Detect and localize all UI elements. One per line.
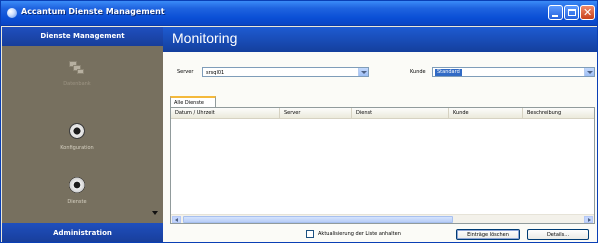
scroll-down-icon[interactable] (152, 211, 158, 215)
column-header-beschreibung[interactable]: Beschreibung (523, 108, 594, 119)
database-icon (69, 61, 85, 75)
pause-refresh-checkbox[interactable] (306, 230, 314, 238)
maximize-button[interactable] (564, 5, 579, 20)
column-header-datum[interactable]: Datum / Uhrzeit (171, 108, 280, 119)
main-panel: Monitoring Server srsql01 Kunde Standard… (163, 27, 597, 242)
gear-icon (69, 123, 85, 139)
server-select-value: srsql01 (206, 70, 225, 76)
chevron-down-icon[interactable] (584, 68, 594, 76)
minimize-icon (552, 15, 558, 17)
pause-refresh-label[interactable]: Aktualisierung der Liste anhalten (318, 231, 401, 237)
clear-entries-button[interactable]: Einträge löschen (456, 229, 520, 240)
server-select[interactable]: srsql01 (202, 67, 369, 77)
scroll-right-icon[interactable] (584, 216, 593, 223)
page-header: Monitoring (163, 27, 597, 52)
column-header-server[interactable]: Server (280, 108, 352, 119)
close-icon: ✕ (583, 6, 593, 19)
chevron-down-icon[interactable] (358, 68, 368, 76)
sidebar-item-dienste[interactable]: Dienste (2, 177, 152, 205)
scroll-left-icon[interactable] (172, 216, 181, 223)
column-header-kunde[interactable]: Kunde (449, 108, 523, 119)
sidebar-header[interactable]: Dienste Management (2, 27, 163, 46)
sidebar-item-datenbank[interactable]: Datenbank (2, 61, 152, 87)
sidebar-item-label: Datenbank (63, 81, 91, 87)
tab-label: Alle Dienste (174, 100, 204, 106)
app-logo-icon (7, 8, 17, 18)
cog-icon (69, 177, 85, 193)
sidebar-item-label: Dienste (67, 199, 87, 205)
tab-alle-dienste[interactable]: Alle Dienste (170, 96, 216, 107)
kunde-label: Kunde (410, 69, 426, 75)
kunde-select[interactable]: Standard (432, 67, 595, 77)
maximize-icon (568, 9, 576, 16)
window-title: Accantum Dienste Management (21, 7, 165, 16)
services-table: Datum / Uhrzeit Server Dienst Kunde Besc… (170, 107, 595, 224)
sidebar-item-label: Konfiguration (60, 145, 94, 151)
page-title: Monitoring (172, 30, 238, 46)
sidebar-item-konfiguration[interactable]: Konfiguration (2, 123, 152, 151)
scrollbar-thumb[interactable] (183, 216, 453, 223)
app-window: Accantum Dienste Management ✕ Dienste Ma… (0, 0, 598, 243)
title-bar[interactable]: Accantum Dienste Management ✕ (1, 1, 597, 26)
server-label: Server (177, 69, 194, 75)
kunde-select-value: Standard (435, 69, 462, 76)
details-button[interactable]: Details... (527, 229, 589, 240)
table-header: Datum / Uhrzeit Server Dienst Kunde Besc… (171, 108, 594, 119)
sidebar-section-administration[interactable]: Administration (2, 223, 163, 242)
horizontal-scrollbar[interactable] (171, 214, 594, 223)
close-button[interactable]: ✕ (580, 5, 595, 20)
column-header-dienst[interactable]: Dienst (352, 108, 449, 119)
minimize-button[interactable] (548, 5, 563, 20)
sidebar: Dienste Management Datenbank Konfigurati… (2, 27, 163, 242)
